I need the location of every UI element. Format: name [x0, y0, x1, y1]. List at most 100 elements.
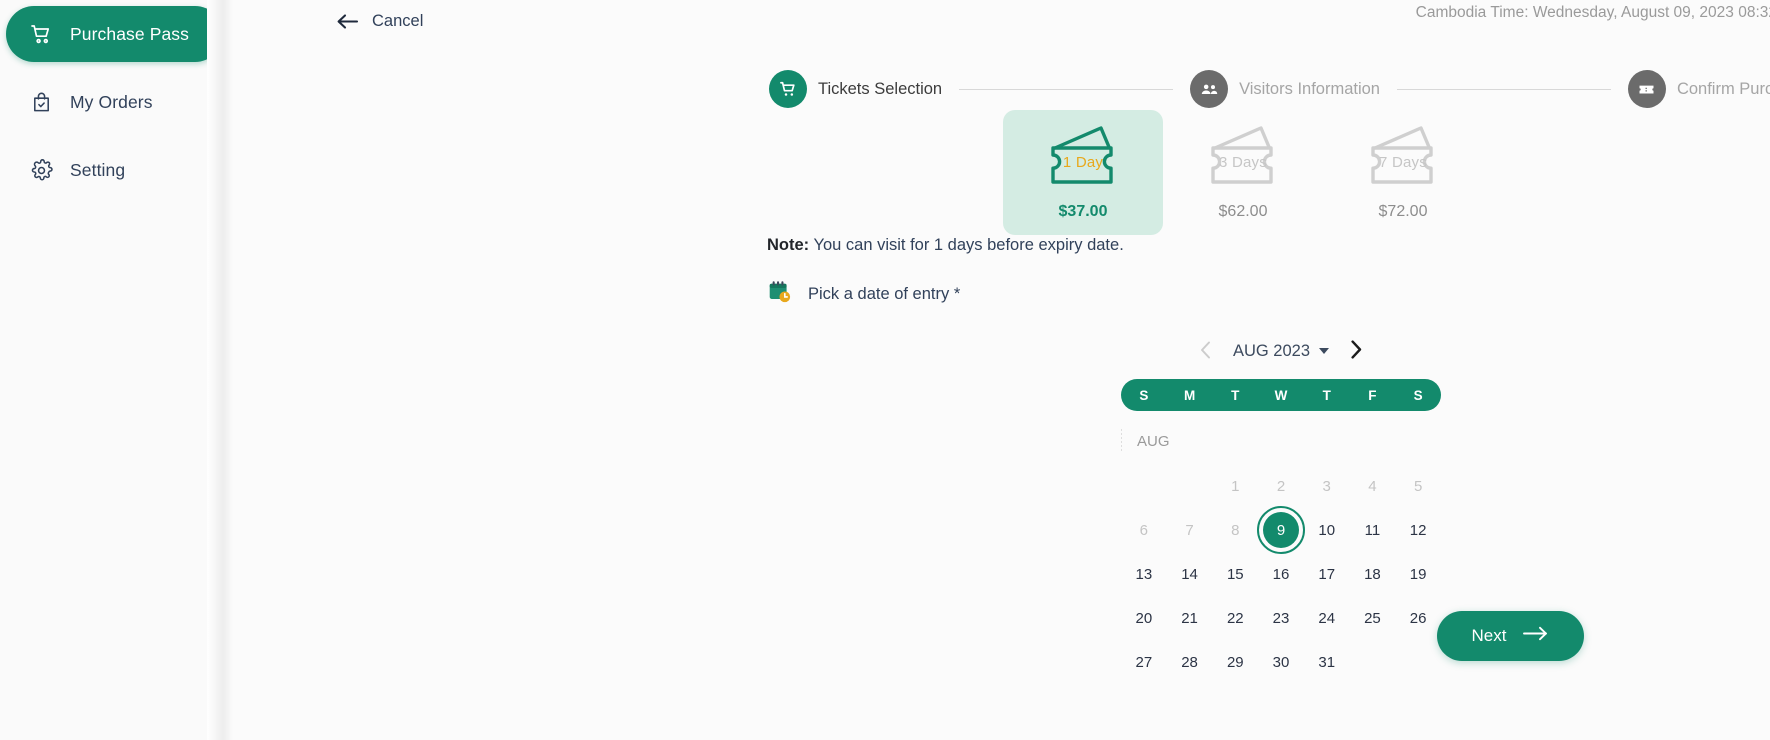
- ticket-price: $72.00: [1378, 203, 1428, 220]
- cambodia-time-text: Cambodia Time: Wednesday, August 09, 202…: [1415, 4, 1770, 21]
- calendar-day-cell[interactable]: 27: [1121, 643, 1167, 681]
- calendar-day-number: 20: [1135, 609, 1153, 627]
- calendar-day-cell[interactable]: 10: [1304, 511, 1350, 549]
- calendar-day-cell[interactable]: 26: [1395, 599, 1441, 637]
- calendar-clock-icon: [767, 279, 792, 309]
- ticket-duration-label: 3 Days: [1219, 153, 1267, 171]
- step-connector: [959, 88, 1174, 90]
- app-root: Purchase Pass My Orders Setting Cancel C…: [0, 0, 1770, 740]
- calendar-day-cell[interactable]: 23: [1258, 599, 1304, 637]
- progress-stepper: Tickets Selection Visitors Information C…: [769, 69, 1770, 109]
- cancel-button[interactable]: Cancel: [336, 12, 423, 31]
- calendar-day-cell: 2: [1258, 467, 1304, 505]
- calendar-day-cell[interactable]: 25: [1350, 599, 1396, 637]
- calendar-day-number: 16: [1272, 565, 1290, 583]
- calendar-day-cell[interactable]: 12: [1395, 511, 1441, 549]
- calendar-day-cell[interactable]: 15: [1212, 555, 1258, 593]
- calendar-next-month-button[interactable]: [1339, 334, 1373, 368]
- calendar-prev-month-button[interactable]: [1189, 334, 1223, 368]
- sidebar-item-setting[interactable]: Setting: [6, 142, 223, 198]
- calendar-weekday-header: S M T W T F S: [1121, 379, 1441, 411]
- note-body: You can visit for 1 days before expiry d…: [809, 236, 1124, 254]
- calendar-day-number: 7: [1185, 521, 1194, 539]
- calendar-day-cell[interactable]: 21: [1167, 599, 1213, 637]
- calendar-month-label: AUG 2023: [1232, 341, 1311, 360]
- calendar-day-number: 4: [1368, 477, 1377, 495]
- step-label: Tickets Selection: [818, 79, 943, 98]
- sidebar-item-label: Setting: [70, 159, 126, 180]
- step-connector: [1396, 88, 1611, 90]
- calendar-day-number: 29: [1226, 653, 1244, 671]
- weekday-label: M: [1183, 387, 1196, 403]
- main-content: Cancel Cambodia Time: Wednesday, August …: [233, 0, 1770, 740]
- calendar-day-cell[interactable]: 17: [1304, 555, 1350, 593]
- weekday-label: T: [1322, 387, 1331, 403]
- weekday-label: S: [1413, 387, 1423, 403]
- chevron-right-icon: [1350, 340, 1362, 362]
- next-button[interactable]: Next: [1437, 611, 1584, 661]
- calendar-day-number: 31: [1318, 653, 1336, 671]
- calendar-day-number: 24: [1318, 609, 1336, 627]
- calendar-day-number: 13: [1135, 565, 1153, 583]
- ticket-shape-icon: 7 Days: [1349, 122, 1457, 190]
- calendar-day-cell[interactable]: 14: [1167, 555, 1213, 593]
- calendar-day-cell: 5: [1395, 467, 1441, 505]
- step-visitors-information[interactable]: Visitors Information: [1190, 70, 1380, 108]
- sidebar-item-label: My Orders: [70, 91, 153, 112]
- calendar-day-number: 1: [1231, 477, 1240, 495]
- weekday-label: S: [1139, 387, 1149, 403]
- weekday-label: W: [1274, 387, 1288, 403]
- ticket-price: $37.00: [1058, 203, 1108, 220]
- calendar-day-cell[interactable]: 19: [1395, 555, 1441, 593]
- gear-icon: [28, 157, 54, 183]
- step-confirm-purchase[interactable]: Confirm Purchase: [1627, 70, 1770, 108]
- weekday-label: F: [1368, 387, 1377, 403]
- calendar-day-cell[interactable]: 22: [1212, 599, 1258, 637]
- calendar-day-cell: 1: [1212, 467, 1258, 505]
- ticket-option-1-day[interactable]: 1 Day $37.00: [1003, 110, 1163, 235]
- calendar-day-cell[interactable]: 29: [1212, 643, 1258, 681]
- people-icon: [1190, 70, 1229, 108]
- ticket-option-3-days[interactable]: 3 Days $62.00: [1163, 110, 1323, 235]
- calendar-day-cell[interactable]: 28: [1167, 643, 1213, 681]
- calendar-day-number: 22: [1226, 609, 1244, 627]
- calendar-day-number: 3: [1322, 477, 1331, 495]
- calendar-day-cell[interactable]: 11: [1350, 511, 1396, 549]
- ticket-shape-icon: 3 Days: [1189, 122, 1297, 190]
- calendar-day-cell[interactable]: 9: [1256, 506, 1305, 554]
- calendar-header: AUG 2023: [1121, 330, 1441, 372]
- calendar-day-cell[interactable]: 18: [1350, 555, 1396, 593]
- ticket-duration-label: 7 Days: [1379, 153, 1427, 171]
- step-label: Visitors Information: [1239, 79, 1380, 98]
- calendar-day-number: 5: [1413, 477, 1423, 495]
- step-tickets-selection[interactable]: Tickets Selection: [769, 70, 942, 108]
- calendar-month-selector[interactable]: AUG 2023: [1229, 342, 1333, 361]
- calendar-day-number: 27: [1135, 653, 1153, 671]
- note-text: Note: You can visit for 1 days before ex…: [767, 236, 1124, 255]
- calendar-day-cell[interactable]: 13: [1121, 555, 1167, 593]
- calendar-day-cell[interactable]: 16: [1258, 555, 1304, 593]
- calendar-day-cell: 6: [1121, 511, 1167, 549]
- arrow-left-icon: [336, 13, 359, 30]
- calendar-day-cell[interactable]: 24: [1304, 599, 1350, 637]
- calendar-day-cell[interactable]: 30: [1258, 643, 1304, 681]
- ticket-price: $62.00: [1218, 203, 1268, 220]
- pick-date-label: Pick a date of entry *: [808, 284, 961, 303]
- sidebar-item-label: Purchase Pass: [70, 23, 189, 44]
- ticket-option-7-days[interactable]: 7 Days $72.00: [1323, 110, 1483, 235]
- calendar-day-cell: 3: [1304, 467, 1350, 505]
- sidebar-item-purchase-pass[interactable]: Purchase Pass: [6, 6, 223, 62]
- calendar-day-number: 25: [1364, 609, 1381, 627]
- calendar-day-cell[interactable]: 20: [1121, 599, 1167, 637]
- next-label: Next: [1471, 626, 1507, 645]
- calendar-day-number: 14: [1181, 565, 1198, 583]
- calendar-day-cell: 8: [1212, 511, 1258, 549]
- sidebar: Purchase Pass My Orders Setting: [0, 0, 233, 740]
- arrow-right-icon: [1523, 626, 1549, 646]
- ticket-options: 1 Day $37.00 3 Days $62.00 7 Days $72.00: [1003, 110, 1483, 235]
- calendar-day-number: 18: [1364, 565, 1381, 583]
- calendar-day-number: 19: [1409, 565, 1427, 583]
- calendar-day-number: 6: [1139, 521, 1149, 539]
- sidebar-item-my-orders[interactable]: My Orders: [6, 74, 223, 130]
- calendar-day-cell[interactable]: 31: [1304, 643, 1350, 681]
